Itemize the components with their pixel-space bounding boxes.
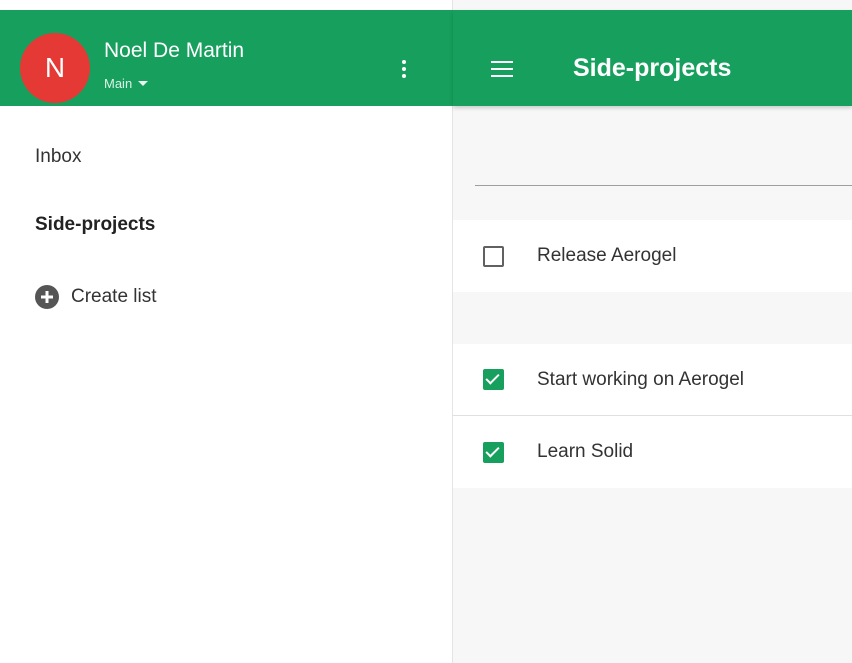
menu-line <box>491 68 513 70</box>
create-list-button[interactable]: Create list <box>35 284 157 310</box>
account-name: Main <box>104 75 133 91</box>
main-panel: Side-projects Release Aerogel Start work… <box>453 0 852 663</box>
menu-line <box>491 75 513 77</box>
more-vert-dot <box>402 60 406 64</box>
avatar[interactable]: N <box>20 33 90 103</box>
plus-circle-icon <box>35 285 59 309</box>
user-name: Noel De Martin <box>104 39 245 62</box>
toolbar: Side-projects <box>453 10 852 106</box>
task-row: Release Aerogel <box>453 220 852 292</box>
more-vert-dot <box>402 67 406 71</box>
sidebar-item-side-projects[interactable]: Side-projects <box>35 214 155 236</box>
task-checkbox[interactable] <box>483 369 504 390</box>
task-checkbox[interactable] <box>483 441 504 463</box>
create-list-label: Create list <box>71 286 157 307</box>
task-row: Start working on Aerogel <box>453 344 852 416</box>
sidebar: N Noel De Martin Main Inbox Side-project… <box>0 0 453 663</box>
more-vert-icon[interactable] <box>394 54 414 84</box>
task-label: Learn Solid <box>537 441 634 462</box>
task-label: Start working on Aerogel <box>537 368 745 390</box>
task-label: Release Aerogel <box>537 245 677 266</box>
menu-line <box>491 61 513 63</box>
more-vert-dot <box>402 74 406 78</box>
task-checkbox[interactable] <box>483 245 504 267</box>
account-header: N Noel De Martin Main <box>0 10 453 106</box>
task-row: Learn Solid <box>453 416 852 488</box>
account-switcher[interactable]: Main <box>104 74 149 92</box>
page-title: Side-projects <box>573 54 732 82</box>
new-task-input[interactable] <box>475 140 852 186</box>
sidebar-item-inbox[interactable]: Inbox <box>35 146 81 168</box>
hamburger-menu-icon[interactable] <box>491 61 513 77</box>
caret-down-icon <box>138 81 149 86</box>
